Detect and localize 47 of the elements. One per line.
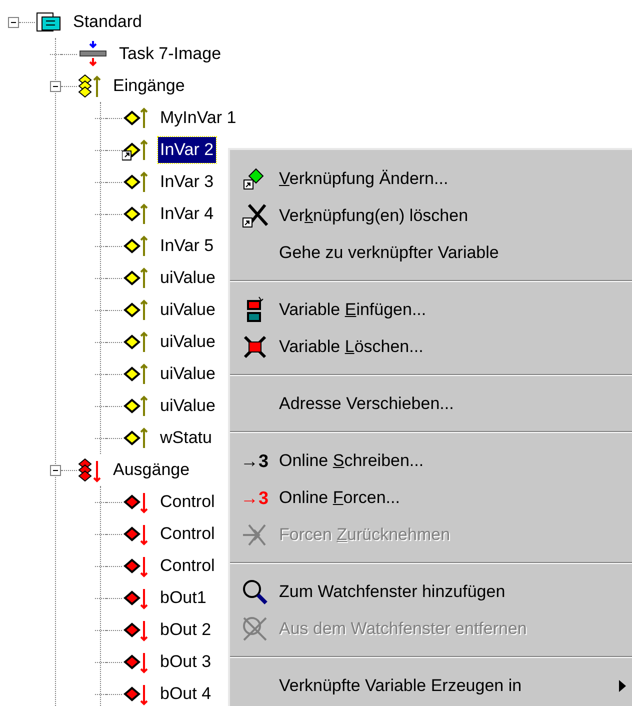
collapse-toggle[interactable] [8,16,19,28]
tree-item[interactable]: Task 7-Image [117,41,224,67]
menu-item[interactable]: Zum Watchfenster hinzufügen [230,573,632,610]
tree-item[interactable]: uiValue [158,361,218,387]
menu-item[interactable]: Variable Einfügen... [230,291,632,328]
tree-item[interactable]: Control [158,521,217,547]
collapse-toggle[interactable] [50,464,61,476]
arrow-three-icon: →3 [240,488,268,506]
menu-item[interactable]: Gehe zu verknüpfter Variable [230,234,632,271]
tree-item[interactable]: Control [158,489,217,515]
tree-item[interactable]: Ausgänge [111,457,192,483]
tree-item[interactable]: bOut1 [158,585,208,611]
arrow-three-icon: →3 [240,452,268,470]
link-delete-icon [240,202,268,228]
menu-item[interactable]: Verknüpfung Ändern... [230,160,632,197]
tree-item[interactable]: bOut 2 [158,617,214,643]
magnifier-icon [240,578,268,606]
variable-delete-icon [242,334,268,360]
menu-item[interactable]: →3 Online Forcen... [230,479,632,516]
tree-item[interactable]: InVar 3 [158,169,216,195]
tree-item[interactable]: wStatu [158,425,214,451]
menu-item[interactable]: Verknüpfung(en) löschen [230,197,632,234]
tree-item[interactable]: Control [158,553,217,579]
tree-item[interactable]: uiValue [158,393,218,419]
tree-item[interactable]: uiValue [158,297,218,323]
tree-item[interactable]: bOut 4 [158,681,214,706]
variable-insert-icon [244,296,264,324]
unforce-icon [240,522,268,548]
menu-item[interactable]: Verknüpfte Variable Erzeugen in [230,667,632,704]
tree-item[interactable]: InVar 4 [158,201,216,227]
magnifier-remove-icon [240,614,268,642]
tree-item[interactable]: uiValue [158,265,218,291]
input-group-icon [77,73,103,99]
tree-item[interactable]: Standard [71,9,144,35]
tree-item[interactable]: uiValue [158,329,218,355]
menu-item[interactable]: Adresse Verschieben... [230,385,632,422]
tree-item[interactable]: Eingänge [111,73,187,99]
output-group-icon [77,457,103,483]
menu-item[interactable]: →3 Online Schreiben... [230,442,632,479]
menu-item[interactable]: Variable Löschen... [230,328,632,365]
task-icon [77,40,109,68]
project-icon [35,10,63,34]
collapse-toggle[interactable] [50,80,61,92]
tree-item[interactable]: bOut 3 [158,649,214,675]
tree-item[interactable]: MyInVar 1 [158,105,238,131]
tree-item[interactable]: InVar 2 [158,137,216,163]
tree-item[interactable]: InVar 5 [158,233,216,259]
